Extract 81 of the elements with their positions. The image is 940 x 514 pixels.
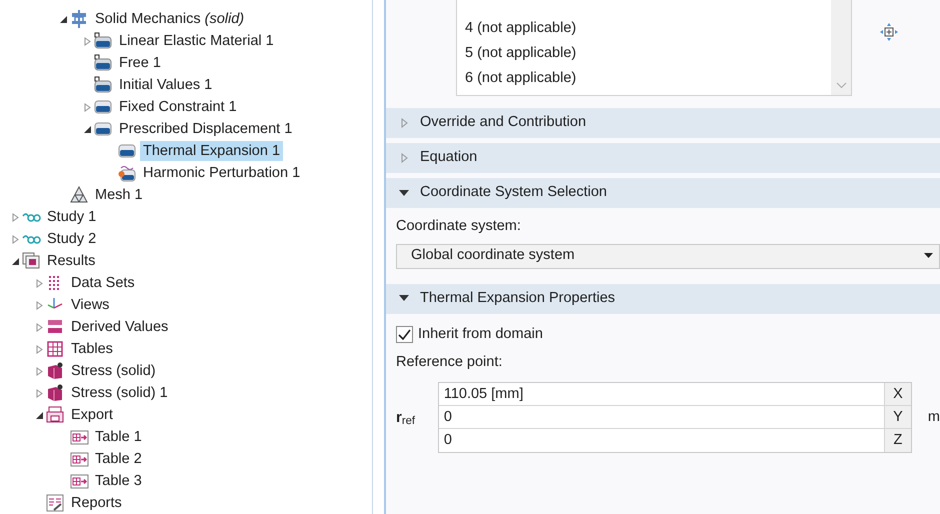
expand-arrow-icon [400,153,408,163]
tree-item[interactable]: Initial Values 1 [116,75,216,95]
tree-item[interactable]: Free 1 [116,53,164,73]
expand-arrow-icon[interactable] [34,344,44,354]
collapse-arrow-icon [399,190,409,196]
block-icon [94,32,113,50]
input-field[interactable]: 0 [438,429,884,452]
checkbox-label: Inherit from domain [418,324,543,344]
triangle-mesh-icon [70,186,89,204]
monitor-stack-icon [22,252,41,270]
tree-item[interactable]: Harmonic Perturbation 1 [140,163,304,183]
field-label: Reference point: [396,352,504,372]
tree-item[interactable]: Tables [68,339,116,359]
checkbox[interactable] [396,326,413,344]
block-icon [94,76,113,94]
expand-arrow-icon[interactable] [34,366,44,376]
tree-item[interactable]: Data Sets [68,273,138,293]
collapse-arrow-icon[interactable] [82,124,92,134]
expand-arrow-icon[interactable] [34,322,44,332]
axis-label: Y [884,406,911,428]
dropdown-caret-icon [924,253,933,260]
gear-frame-icon [70,10,89,28]
expand-arrow-icon[interactable] [34,278,44,288]
list-item[interactable]: 4 (not applicable) [465,16,831,41]
input-field[interactable]: 0 [438,406,884,428]
tree-item[interactable]: Derived Values [68,317,172,337]
field-label: Coordinate system: [396,217,522,236]
vector-symbol: r$_{ref}$ [396,408,416,429]
coordinate-system-dropdown[interactable]: Global coordinate system [396,244,940,269]
tree-item[interactable]: Stress (solid) 1 [68,383,171,403]
collapse-arrow-icon[interactable] [34,410,44,420]
section-header[interactable]: Thermal Expansion Properties [386,284,940,314]
pane-splitter[interactable] [372,0,386,514]
expand-arrow-icon[interactable] [82,36,92,46]
tree-item[interactable]: Study 1 [44,207,100,227]
scroll-down-icon[interactable] [836,82,846,89]
tree-item[interactable]: Results [44,251,98,271]
tree-item[interactable]: Solid Mechanics (solid) [92,9,248,29]
printer-icon [46,406,65,424]
section-header[interactable]: Equation [386,143,940,173]
table-grid-icon [46,340,65,358]
cube-icon [46,384,65,402]
expand-arrow-icon [400,118,408,128]
unit-label: m [928,408,940,427]
tree-item[interactable]: Export [68,405,116,425]
block-icon [94,54,113,72]
expand-arrow-icon[interactable] [82,102,92,112]
tree-item[interactable]: Mesh 1 [92,185,146,205]
collapse-arrow-icon[interactable] [10,256,20,266]
tree-item[interactable]: Table 1 [92,427,145,447]
tree-item[interactable]: Table 3 [92,471,145,491]
expand-arrow-icon[interactable] [10,234,20,244]
axis-label: X [884,383,911,406]
collapse-arrow-icon[interactable] [58,14,68,24]
move-icon[interactable] [880,23,898,42]
number-icon [46,318,65,336]
input-field[interactable]: 110.05 [mm] [438,383,884,406]
tree-item[interactable]: Views [68,295,112,315]
cube-icon [46,362,65,380]
axis-label: Z [884,429,911,452]
tree-item[interactable]: Table 2 [92,449,145,469]
expand-arrow-icon[interactable] [34,388,44,398]
list-item[interactable]: 6 (not applicable) [465,66,831,91]
section-header[interactable]: Override and Contribution [386,108,940,138]
list-item[interactable]: 5 (not applicable) [465,41,831,66]
section-header[interactable]: Coordinate System Selection [386,178,940,208]
tree-item[interactable]: Study 2 [44,229,100,249]
tree-item[interactable]: Stress (solid) [68,361,159,381]
tree-item[interactable]: Thermal Expansion 1 [140,141,284,161]
expand-arrow-icon[interactable] [10,212,20,222]
block-icon [94,98,113,116]
tree-item[interactable]: Linear Elastic Material 1 [116,31,277,51]
expand-arrow-icon[interactable] [34,300,44,310]
tree-item[interactable]: Prescribed Displacement 1 [116,119,296,139]
collapse-arrow-icon [399,295,409,302]
tree-item[interactable]: Fixed Constraint 1 [116,97,240,117]
block-wave-icon [118,164,137,182]
tree-item[interactable]: Reports [68,493,125,513]
block-icon [118,142,137,160]
block-icon [94,120,113,138]
selection-list[interactable]: 4 (not applicable) 5 (not applicable) 6 (not applicable) [456,0,852,96]
